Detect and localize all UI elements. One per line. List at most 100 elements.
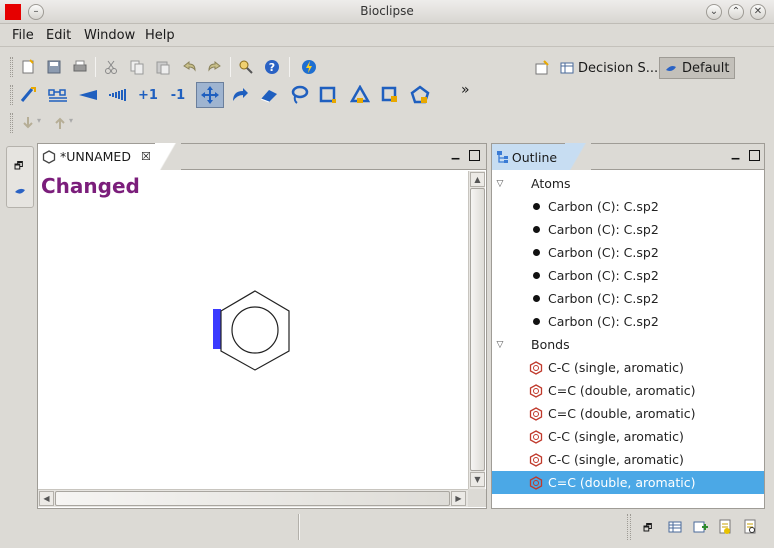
minimize-view-icon[interactable]: ▁ xyxy=(730,150,741,161)
draw-bond-icon[interactable] xyxy=(17,84,39,106)
status-separator xyxy=(298,514,300,540)
navigator-icon[interactable] xyxy=(14,185,26,200)
report-search-icon[interactable] xyxy=(743,519,757,538)
download-icon[interactable] xyxy=(17,112,39,134)
select-rect-icon[interactable] xyxy=(317,84,339,106)
svg-text:?: ? xyxy=(269,61,275,74)
selection-highlight xyxy=(213,309,221,349)
tree-item-bond[interactable]: C-C (single, aromatic) xyxy=(492,448,764,471)
restore-icon[interactable]: 🗗 xyxy=(14,159,23,176)
tree-item-bond[interactable]: C-C (single, aromatic) xyxy=(492,356,764,379)
outline-tree[interactable]: ▽ Atoms Carbon (C): C.sp2 Carbon (C): C.… xyxy=(492,171,764,507)
menu-window[interactable]: Window xyxy=(80,27,139,44)
move-icon[interactable] xyxy=(196,82,224,108)
toolbar-separator xyxy=(289,57,290,77)
tree-item-atom[interactable]: Carbon (C): C.sp2 xyxy=(492,195,764,218)
tree-item-atom[interactable]: Carbon (C): C.sp2 xyxy=(492,310,764,333)
scroll-left-arrow[interactable]: ◀ xyxy=(39,491,54,506)
scroll-down-arrow[interactable]: ▼ xyxy=(470,472,485,487)
tree-item-bond[interactable]: C=C (double, aromatic) xyxy=(492,379,764,402)
dropdown-arrow-icon[interactable]: ▾ xyxy=(37,116,41,125)
scroll-thumb[interactable] xyxy=(55,491,450,506)
upload-icon[interactable] xyxy=(49,112,71,134)
bond-icon xyxy=(529,429,543,444)
triangle-ring-icon[interactable] xyxy=(349,84,371,106)
tree-item-bond[interactable]: C=C (double, aromatic) xyxy=(492,402,764,425)
close-button[interactable]: ✕ xyxy=(750,4,766,20)
perspective-decision-support[interactable]: Decision S... xyxy=(556,57,662,79)
tree-group-bonds[interactable]: ▽ Bonds xyxy=(492,333,764,356)
drawing-canvas[interactable] xyxy=(38,171,468,489)
minimize-button[interactable]: ⌄ xyxy=(706,4,722,20)
paste-icon[interactable] xyxy=(152,56,174,78)
bioclipse-icon xyxy=(666,66,676,71)
dropdown-arrow-icon[interactable]: ▾ xyxy=(69,116,73,125)
help-icon[interactable]: ? xyxy=(261,56,283,78)
perspective-default[interactable]: Default xyxy=(659,57,735,79)
outline-tab[interactable]: Outline ☒ xyxy=(492,143,591,170)
tree-group-atoms[interactable]: ▽ Atoms xyxy=(492,172,764,195)
tree-item-label: C=C (double, aromatic) xyxy=(548,406,696,421)
perspective-label: Decision S... xyxy=(578,60,659,76)
maximize-view-icon[interactable] xyxy=(469,150,480,161)
tree-item-atom[interactable]: Carbon (C): C.sp2 xyxy=(492,241,764,264)
cut-icon[interactable] xyxy=(100,56,122,78)
lasso-icon[interactable] xyxy=(288,84,310,106)
horizontal-scrollbar[interactable]: ◀ ▶ xyxy=(38,489,468,507)
redo-icon[interactable] xyxy=(204,56,226,78)
square-ring-icon[interactable] xyxy=(379,84,401,106)
menu-edit[interactable]: Edit xyxy=(42,27,75,44)
benzene-molecule[interactable] xyxy=(38,171,468,489)
maximize-view-icon[interactable] xyxy=(749,150,760,161)
add-icon[interactable] xyxy=(693,520,709,537)
editor-tab[interactable]: *UNNAMED ☒ xyxy=(38,143,181,170)
report-icon[interactable] xyxy=(718,519,732,538)
vertical-scrollbar[interactable]: ▲ ▼ xyxy=(468,171,485,489)
restore-icon[interactable]: 🗗 xyxy=(643,521,652,538)
chain-icon[interactable] xyxy=(47,84,69,106)
toolbar-grip[interactable] xyxy=(10,113,13,133)
trim-grip[interactable] xyxy=(627,514,631,540)
menu-file[interactable]: File xyxy=(8,27,38,44)
wedge-bond-icon[interactable] xyxy=(77,84,99,106)
atom-icon xyxy=(533,226,540,233)
print-icon[interactable] xyxy=(69,56,91,78)
menu-help[interactable]: Help xyxy=(141,27,179,44)
maximize-button[interactable]: ⌃ xyxy=(728,4,744,20)
open-perspective-icon[interactable] xyxy=(534,60,550,79)
tree-item-atom[interactable]: Carbon (C): C.sp2 xyxy=(492,287,764,310)
tree-item-bond-selected[interactable]: C=C (double, aromatic) xyxy=(492,471,764,494)
table-icon[interactable] xyxy=(668,520,682,537)
minimized-stack: 🗗 xyxy=(6,146,34,208)
close-tab-icon[interactable]: ☒ xyxy=(141,150,151,163)
undo-icon[interactable] xyxy=(178,56,200,78)
scroll-right-arrow[interactable]: ▶ xyxy=(451,491,466,506)
collapse-arrow-icon[interactable]: ▽ xyxy=(495,179,505,189)
lightning-icon[interactable] xyxy=(298,56,320,78)
toolbar-grip[interactable] xyxy=(10,57,13,77)
charge-plus-icon[interactable]: +1 xyxy=(137,84,159,106)
tree-item-atom[interactable]: Carbon (C): C.sp2 xyxy=(492,264,764,287)
collapse-arrow-icon[interactable]: ▽ xyxy=(495,340,505,350)
scroll-up-arrow[interactable]: ▲ xyxy=(470,172,485,187)
help-search-icon[interactable] xyxy=(235,56,257,78)
minimize-view-icon[interactable]: ▁ xyxy=(450,150,461,161)
tree-item-atom[interactable]: Carbon (C): C.sp2 xyxy=(492,218,764,241)
close-tab-icon[interactable]: ☒ xyxy=(567,151,577,164)
rotate-icon[interactable] xyxy=(229,84,251,106)
aromatic-circle xyxy=(231,306,279,354)
title-bar: – Bioclipse ⌄ ⌃ ✕ xyxy=(0,0,774,24)
save-icon[interactable] xyxy=(43,56,65,78)
toolbar-grip[interactable] xyxy=(10,85,13,105)
copy-icon[interactable] xyxy=(126,56,148,78)
hash-bond-icon[interactable] xyxy=(107,84,129,106)
scroll-thumb[interactable] xyxy=(470,188,485,471)
perspective-switcher: Decision S... Default xyxy=(528,55,772,81)
eraser-icon[interactable] xyxy=(258,84,280,106)
pentagon-ring-icon[interactable] xyxy=(409,84,431,106)
new-file-icon[interactable] xyxy=(17,56,39,78)
atom-icon xyxy=(533,318,540,325)
charge-minus-icon[interactable]: -1 xyxy=(167,84,189,106)
toolbar-overflow[interactable]: » xyxy=(461,82,470,98)
tree-item-bond[interactable]: C-C (single, aromatic) xyxy=(492,425,764,448)
